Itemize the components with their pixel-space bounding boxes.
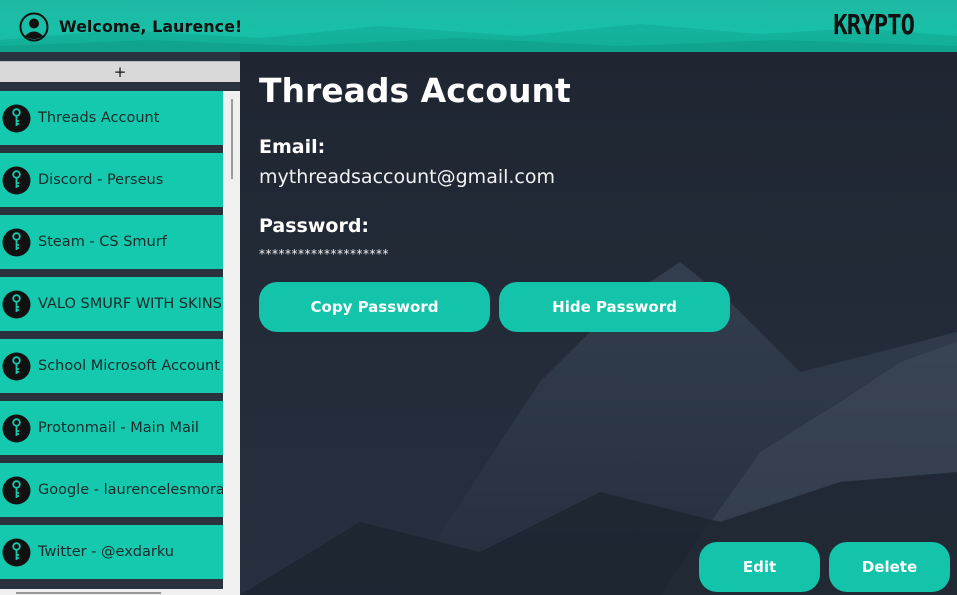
account-detail-panel: Threads Account Email: mythreadsaccount@… — [240, 52, 957, 595]
key-icon — [2, 166, 31, 195]
sidebar-item-protonmail[interactable]: Protonmail - Main Mail — [0, 401, 223, 455]
key-icon — [2, 414, 31, 443]
copy-password-button[interactable]: Copy Password — [259, 282, 490, 332]
account-sidebar: + Threads Account Discord - Perseus Stea… — [0, 52, 240, 595]
password-value: ******************** — [259, 247, 389, 261]
account-list: Threads Account Discord - Perseus Steam … — [0, 91, 223, 587]
sidebar-item-label: Google - laurencelesmoras — [38, 482, 223, 498]
sidebar-item-label: Protonmail - Main Mail — [38, 420, 199, 436]
sidebar-horizontal-scrollbar[interactable] — [0, 589, 223, 595]
user-avatar-icon[interactable] — [19, 12, 49, 42]
key-icon — [2, 352, 31, 381]
key-icon — [2, 104, 31, 133]
sidebar-item-label: Discord - Perseus — [38, 172, 164, 188]
delete-button[interactable]: Delete — [829, 542, 950, 592]
app-logo: KRYPTO — [833, 8, 915, 41]
sidebar-item-google[interactable]: Google - laurencelesmoras — [0, 463, 223, 517]
sidebar-item-label: Twitter - @exdarku — [38, 544, 174, 560]
key-icon — [2, 290, 31, 319]
sidebar-item-steam[interactable]: Steam - CS Smurf — [0, 215, 223, 269]
sidebar-item-label: Threads Account — [38, 110, 160, 126]
sidebar-item-label: Steam - CS Smurf — [38, 234, 167, 250]
add-account-button[interactable]: + — [0, 61, 240, 82]
sidebar-item-threads[interactable]: Threads Account — [0, 91, 223, 145]
scrollbar-thumb[interactable] — [16, 592, 161, 594]
key-icon — [2, 538, 31, 567]
sidebar-item-school-microsoft[interactable]: School Microsoft Account — [0, 339, 223, 393]
header-bar: Welcome, Laurence! KRYPTO — [0, 0, 957, 52]
sidebar-item-label: VALO SMURF WITH SKINS — [38, 296, 222, 312]
hide-password-button[interactable]: Hide Password — [499, 282, 730, 332]
sidebar-item-twitter[interactable]: Twitter - @exdarku — [0, 525, 223, 579]
page-title: Threads Account — [259, 71, 571, 110]
key-icon — [2, 228, 31, 257]
password-label: Password: — [259, 215, 370, 237]
edit-button[interactable]: Edit — [699, 542, 820, 592]
sidebar-item-discord[interactable]: Discord - Perseus — [0, 153, 223, 207]
scrollbar-thumb[interactable] — [231, 99, 233, 179]
sidebar-item-label: School Microsoft Account — [38, 358, 220, 374]
sidebar-vertical-scrollbar[interactable] — [223, 91, 240, 595]
welcome-message: Welcome, Laurence! — [59, 17, 243, 36]
sidebar-item-valo[interactable]: VALO SMURF WITH SKINS — [0, 277, 223, 331]
key-icon — [2, 476, 31, 505]
email-label: Email: — [259, 136, 326, 158]
email-value: mythreadsaccount@gmail.com — [259, 166, 556, 188]
